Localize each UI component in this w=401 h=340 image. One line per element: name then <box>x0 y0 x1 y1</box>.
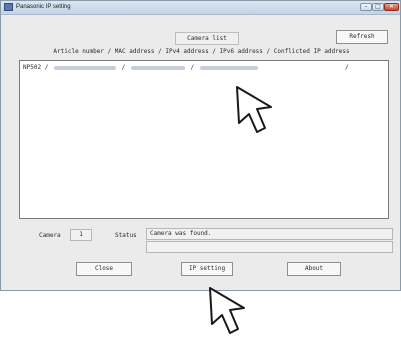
row-separator: / <box>121 64 126 71</box>
ipv6-address-blurred <box>199 65 258 70</box>
list-item[interactable]: NP502 / / / <box>23 63 260 72</box>
camera-count-value: 1 <box>70 229 92 241</box>
ipv4-address-blurred <box>130 65 185 70</box>
pointer-icon <box>236 86 272 133</box>
status-label: Status <box>115 232 137 239</box>
row-separator: / <box>190 64 195 71</box>
refresh-button[interactable]: Refresh <box>336 30 388 44</box>
ip-setting-button[interactable]: IP setting <box>181 262 233 276</box>
title-bar[interactable]: Panasonic IP setting – □ ✕ <box>1 1 400 15</box>
window-title: Panasonic IP setting <box>16 4 71 10</box>
about-button[interactable]: About <box>287 262 341 276</box>
camera-count-label: Camera <box>39 232 61 239</box>
app-icon <box>4 3 13 11</box>
list-column-header: Article number / MAC address / IPv4 addr… <box>53 48 350 55</box>
ip-setting-window: Panasonic IP setting – □ ✕ Camera list R… <box>0 0 401 291</box>
row-separator: / <box>44 64 49 71</box>
conflicted-ip-separator: / <box>345 64 349 71</box>
close-window-icon[interactable]: ✕ <box>384 3 399 11</box>
status-message-line-2 <box>146 241 393 253</box>
article-number: NP502 <box>23 64 42 71</box>
maximize-icon[interactable]: □ <box>372 3 384 11</box>
camera-list[interactable]: NP502 / / / / <box>19 60 389 219</box>
pointer-icon <box>209 287 245 334</box>
minimize-icon[interactable]: – <box>360 3 372 11</box>
camera-list-label: Camera list <box>175 32 239 45</box>
mac-address-blurred <box>53 65 116 70</box>
status-message: Camera was found. <box>146 228 393 240</box>
close-button[interactable]: Close <box>76 262 132 276</box>
